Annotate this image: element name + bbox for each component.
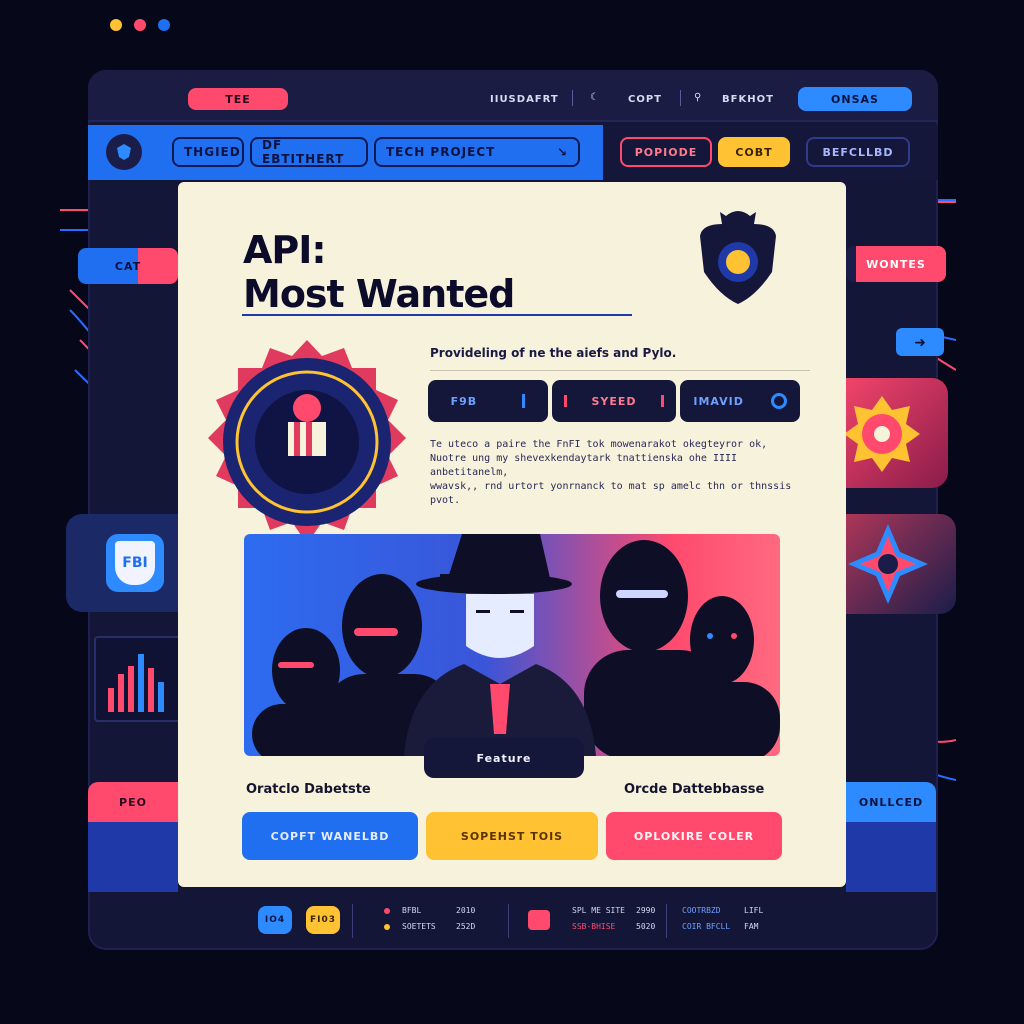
footer-dot-yellow xyxy=(384,924,390,930)
tab-tech-project-label: TECH PROJECT xyxy=(386,145,496,159)
description-line-1: Te uteco a paire the FnFI tok mowenarako… xyxy=(430,439,768,450)
description-text: Te uteco a paire the FnFI tok mowenarako… xyxy=(430,438,810,508)
title-underline xyxy=(242,314,632,316)
chip-imavid[interactable]: IMAVID xyxy=(680,380,800,422)
tab-tech-project[interactable]: TECH PROJECT ↘ xyxy=(374,137,580,167)
nav-divider-1 xyxy=(572,90,573,106)
footer-toggle[interactable] xyxy=(528,910,550,930)
chip-f9b[interactable]: F9B xyxy=(428,380,548,422)
popiode-button[interactable]: POPIODE xyxy=(620,137,712,167)
description-line-2: Nuotre ung my shevexkendaytark tnattiens… xyxy=(430,453,738,478)
record-icon xyxy=(770,393,787,409)
page-title: API: Most Wanted xyxy=(243,228,515,316)
footer-col3-row2-value: FAM xyxy=(744,922,759,931)
cat-button[interactable]: CAT xyxy=(78,248,178,284)
db-label-right: Orcde Dattebbasse xyxy=(624,782,765,797)
shield-icon xyxy=(700,211,776,304)
chip-imavid-label: IMAVID xyxy=(693,394,744,408)
window-dot-yellow[interactable] xyxy=(110,19,122,31)
footer-col1-label-1: BFBL xyxy=(402,906,422,915)
footer-col1-row1: BFBL xyxy=(402,906,421,915)
footer-col2-row2: SSB-BHISE xyxy=(572,922,616,931)
nav-item-1[interactable]: IIUSDAFRT xyxy=(490,94,559,105)
cta-yellow-button[interactable]: SOPEHST TOIS xyxy=(426,812,598,860)
fbi-badge-icon: FBI xyxy=(106,534,164,592)
nav-item-2[interactable]: COPT xyxy=(628,94,662,105)
moon-icon[interactable]: ☾ xyxy=(590,92,600,103)
fbi-label: FBI xyxy=(115,541,155,585)
onllced-button[interactable]: ONLLCED xyxy=(846,782,936,822)
user-icon[interactable]: ⚲ xyxy=(694,92,702,103)
right-text-block xyxy=(846,822,936,892)
description-line-3: wwavsk,, rnd urtort yonrnanck to mat sp … xyxy=(430,481,792,506)
tab-ebtithert[interactable]: DF EBTITHERT xyxy=(250,137,368,167)
chip-syeed-label: SYEED xyxy=(591,394,637,408)
befclld-button[interactable]: BEFCLLBD xyxy=(806,137,910,167)
flower-badge-icon xyxy=(844,396,920,472)
seal-icon xyxy=(208,340,406,544)
chip-f9b-marker xyxy=(522,394,526,408)
wontes-button[interactable]: WONTES xyxy=(846,246,946,282)
page-subtitle: Provideling of ne the aiefs and Pylo. xyxy=(430,346,677,360)
title-line-1: API: xyxy=(243,228,327,272)
footer-col1-row2: SOETETS xyxy=(402,922,436,931)
footer-col3-row2: COIR BFCLL xyxy=(682,922,731,931)
footer-col2-row1-value: 2990 xyxy=(636,906,656,915)
chip-syeed-marker-left xyxy=(564,395,568,407)
footer-col3-row1-value: LIFL xyxy=(744,906,764,915)
arrow-icon: ↘ xyxy=(556,145,568,159)
footer-divider-2 xyxy=(508,904,509,938)
top-action-button[interactable]: ONSAS xyxy=(798,87,912,111)
top-tab[interactable]: TEE xyxy=(188,88,288,110)
mini-bar-chart xyxy=(94,636,184,722)
badge-icon[interactable] xyxy=(106,134,142,170)
footer-col2-row1: SPL ME SITE xyxy=(572,906,625,915)
chip-f9b-label: F9B xyxy=(450,394,478,408)
cobt-button[interactable]: COBT xyxy=(718,137,790,167)
chip-syeed[interactable]: SYEED xyxy=(552,380,676,422)
footer-chip-2[interactable]: FI03 xyxy=(306,906,340,934)
tab-thgied[interactable]: THGIED xyxy=(172,137,244,167)
footer-col1-row2-value: 252D xyxy=(456,922,476,931)
title-line-2: Most Wanted xyxy=(243,272,515,316)
footer-col1-label-2: SOETETS xyxy=(402,922,436,931)
left-text-block xyxy=(88,822,178,892)
subtitle-divider xyxy=(430,370,810,371)
footer-divider-3 xyxy=(666,904,667,938)
footer-col3-row1: COOTRBZD xyxy=(682,906,721,915)
compass-star-icon xyxy=(848,524,928,604)
footer-divider-1 xyxy=(352,904,353,938)
cta-pink-button[interactable]: OPLOKIRE COLER xyxy=(606,812,782,860)
footer-col1-row1-value: 2010 xyxy=(456,906,476,915)
window-dot-red[interactable] xyxy=(134,19,146,31)
db-label-left: Oratclo Dabetste xyxy=(246,782,371,797)
peo-button[interactable]: PEO xyxy=(88,782,178,822)
footer-chip-1[interactable]: IO4 xyxy=(258,906,292,934)
nav-item-3[interactable]: BFKHOT xyxy=(722,94,774,105)
cta-blue-button[interactable]: COPFT WANELBD xyxy=(242,812,418,860)
toggle-chip[interactable]: ➜ xyxy=(896,328,944,356)
nav-divider-2 xyxy=(680,90,681,106)
window-dot-blue[interactable] xyxy=(158,19,170,31)
hero-illustration xyxy=(244,534,780,756)
chip-syeed-marker-right xyxy=(660,395,664,407)
footer-dot-pink xyxy=(384,908,390,914)
feature-button[interactable]: Feature xyxy=(424,738,584,778)
footer-col2-row2-value: 5020 xyxy=(636,922,656,931)
